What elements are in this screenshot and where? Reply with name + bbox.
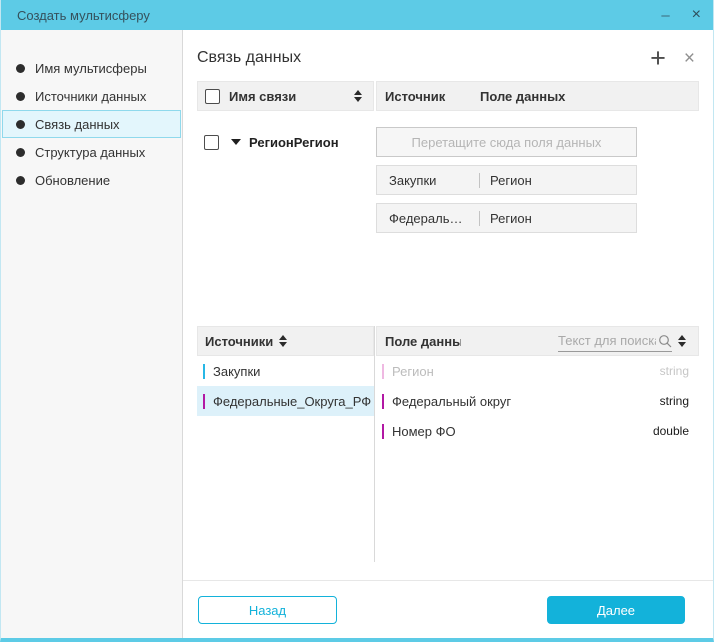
links-name-header: Имя связи xyxy=(229,89,296,104)
link-row-checkbox[interactable] xyxy=(204,135,219,150)
field-search-box xyxy=(558,330,672,352)
chip-source: Закупки xyxy=(389,173,469,188)
fields-header: Поле данных xyxy=(385,334,461,349)
source-label: Федеральные_Округа_РФ xyxy=(213,394,371,409)
field-item-federal-district[interactable]: Федеральный округ string xyxy=(376,386,699,416)
field-type: string xyxy=(660,394,689,408)
step-bullet-icon xyxy=(16,120,25,129)
sort-arrows-icon[interactable] xyxy=(354,90,362,102)
sidebar-item-label: Обновление xyxy=(35,173,110,188)
chip-field: Регион xyxy=(490,211,532,226)
field-color-bar xyxy=(382,394,384,409)
search-input[interactable] xyxy=(558,333,656,348)
step-bullet-icon xyxy=(16,148,25,157)
create-multisphere-window: Создать мультисферу – × Имя мультисферы … xyxy=(0,0,714,642)
dropzone-placeholder: Перетащите сюда поля данных xyxy=(412,135,602,150)
step-bullet-icon xyxy=(16,64,25,73)
wizard-steps-sidebar: Имя мультисферы Источники данных Связь д… xyxy=(1,30,183,638)
field-label: Номер ФО xyxy=(392,424,456,439)
chip-source: Федеральные_Округа_РФ xyxy=(389,211,469,226)
window-title: Создать мультисферу xyxy=(17,8,150,23)
source-color-bar xyxy=(203,364,205,379)
sidebar-item-label: Связь данных xyxy=(35,117,120,132)
field-type: string xyxy=(660,364,689,378)
window-body: Имя мультисферы Источники данных Связь д… xyxy=(1,30,713,638)
chip-divider xyxy=(479,173,480,188)
step-bullet-icon xyxy=(16,92,25,101)
field-item-region: Регион string xyxy=(376,356,699,386)
sources-header: Источники xyxy=(205,334,273,349)
source-label: Закупки xyxy=(213,364,260,379)
field-item-fo-number[interactable]: Номер ФО double xyxy=(376,416,699,446)
sources-header-cell: Источники xyxy=(197,326,374,356)
field-label: Регион xyxy=(392,364,434,379)
sidebar-item-label: Источники данных xyxy=(35,89,146,104)
source-item-zakupki[interactable]: Закупки xyxy=(197,356,374,386)
field-color-bar xyxy=(382,364,384,379)
link-row-region: РегионРегион Перетащите сюда поля данных… xyxy=(197,127,699,233)
back-button[interactable]: Назад xyxy=(198,596,337,624)
links-table-header: Имя связи Источник Поле данных xyxy=(197,81,699,111)
sidebar-item-data-sources[interactable]: Источники данных xyxy=(2,82,181,110)
field-label: Федеральный округ xyxy=(392,394,511,409)
linked-field-chip[interactable]: Закупки Регион xyxy=(376,165,637,195)
select-all-checkbox[interactable] xyxy=(205,89,220,104)
data-links-panel: Связь данных + × Имя связи Источник Поле… xyxy=(183,30,713,638)
sidebar-item-data-links[interactable]: Связь данных xyxy=(2,110,181,138)
link-name: РегионРегион xyxy=(249,135,339,150)
sidebar-item-label: Структура данных xyxy=(35,145,145,160)
titlebar: Создать мультисферу – × xyxy=(1,0,713,30)
links-field-header: Поле данных xyxy=(480,89,565,104)
panel-header: Связь данных + × xyxy=(197,42,699,74)
chip-divider xyxy=(479,211,480,226)
fields-list: Регион string Федеральный округ string Н… xyxy=(376,356,699,446)
page-title: Связь данных xyxy=(197,49,301,67)
sidebar-item-update[interactable]: Обновление xyxy=(2,166,181,194)
lists-header: Источники Поле данных xyxy=(197,326,699,356)
remove-link-icon[interactable]: × xyxy=(684,49,695,68)
sort-arrows-icon[interactable] xyxy=(678,335,686,347)
fields-header-cell: Поле данных xyxy=(376,326,699,356)
source-item-federal-districts[interactable]: Федеральные_Округа_РФ xyxy=(197,386,374,416)
chip-field: Регион xyxy=(490,173,532,188)
field-dropzone[interactable]: Перетащите сюда поля данных xyxy=(376,127,637,157)
add-link-icon[interactable]: + xyxy=(650,45,666,71)
sources-list: Закупки Федеральные_Округа_РФ xyxy=(197,356,374,416)
sidebar-item-label: Имя мультисферы xyxy=(35,61,147,76)
next-button[interactable]: Далее xyxy=(547,596,685,624)
linked-field-chip[interactable]: Федеральные_Округа_РФ Регион xyxy=(376,203,637,233)
sort-arrows-icon[interactable] xyxy=(279,335,287,347)
sidebar-item-multisphere-name[interactable]: Имя мультисферы xyxy=(2,54,181,82)
close-window-icon[interactable]: × xyxy=(692,7,701,23)
window-controls: – × xyxy=(661,7,701,23)
footer-divider xyxy=(183,580,713,581)
field-type: double xyxy=(653,424,689,438)
magnifier-icon xyxy=(658,334,672,348)
minimize-icon[interactable]: – xyxy=(661,8,669,23)
triangle-down-icon[interactable] xyxy=(231,139,241,145)
links-source-header: Источник xyxy=(385,89,480,104)
link-field-boxes: Перетащите сюда поля данных Закупки Реги… xyxy=(376,127,637,233)
link-row-left: РегионРегион xyxy=(197,127,376,157)
sidebar-item-data-structure[interactable]: Структура данных xyxy=(2,138,181,166)
column-divider xyxy=(374,326,375,562)
step-bullet-icon xyxy=(16,176,25,185)
field-color-bar xyxy=(382,424,384,439)
source-color-bar xyxy=(203,394,205,409)
links-header-name-cell: Имя связи xyxy=(197,81,374,111)
links-header-fields-cell: Источник Поле данных xyxy=(376,81,699,111)
